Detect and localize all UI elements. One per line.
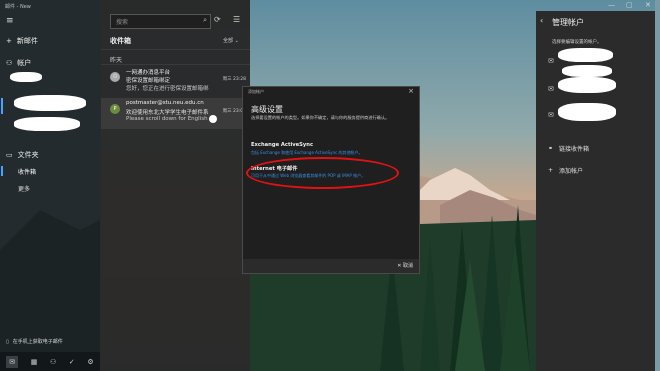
selected-folder-indicator (1, 166, 3, 176)
dialog-title: 添加帐户 (248, 89, 264, 94)
settings-icon[interactable]: ⚙ (87, 358, 93, 366)
link-inboxes-label: 链接收件箱 (559, 146, 590, 153)
get-mail-on-phone-label: 在手机上获取电子邮件 (12, 339, 63, 345)
manage-accounts-pane: ‹ 管理帐户 选择要编辑设置的帐户。 ✉ ✉ ✉ ⚭ 链接收件箱 + 添加帐户 (536, 11, 655, 371)
message-time: 周三 23:28 (222, 77, 246, 82)
folders-header[interactable]: ▭ 文件夹 (6, 150, 39, 160)
close-icon: ✕ (397, 263, 402, 269)
cancel-label: 取消 (402, 263, 413, 269)
new-mail-label: 新邮件 (16, 37, 38, 45)
folder-inbox[interactable]: 收件箱 (18, 167, 36, 176)
folders-label: 文件夹 (17, 151, 39, 159)
divider (101, 49, 250, 50)
redaction-mark (14, 95, 86, 111)
search-icon[interactable]: ⌕ (203, 16, 207, 25)
dialog-description: 选择要设置的帐户的类型。如果你不确定，请与你的服务提供商进行确认。 (251, 115, 390, 120)
message-preview: Please scroll down for English (126, 116, 208, 122)
person-icon: ⚇ (110, 72, 120, 82)
redaction-mark (209, 115, 217, 123)
message-sender: postmaster@stu.neu.edu.cn (126, 100, 204, 106)
message-list-pane: 搜索 ⌕ ⟳ ☰ 收件箱 全部 ⌄ 昨天 ⚇ 一网通办消息平台 密保设置邮箱绑定… (100, 0, 250, 371)
close-icon[interactable]: × (408, 87, 414, 95)
plus-icon: + (548, 167, 554, 174)
annotation-highlight (246, 157, 399, 189)
accounts-label: 帐户 (17, 59, 32, 67)
maximize-icon[interactable]: ▢ (626, 1, 633, 9)
option-exchange-title[interactable]: Exchange ActiveSync (251, 142, 313, 148)
window-title: 邮件 - New (5, 4, 31, 10)
message-subject: 欢迎使用东北大学学生电子邮件系 (126, 110, 209, 116)
selected-account-indicator (1, 98, 3, 114)
divider (101, 64, 250, 65)
mail-icon[interactable]: ✉ (6, 355, 19, 368)
people-icon[interactable]: ⚇ (50, 358, 56, 366)
filter-label: 全部 (223, 38, 234, 44)
redaction-mark (558, 77, 616, 93)
navigation-pane: 邮件 - New ≡ + 新邮件 ⚇ 帐户 ▭ 文件夹 收件箱 更多 ▯ 在手机… (0, 0, 100, 371)
mail-icon[interactable]: ✉ (548, 57, 554, 65)
manage-accounts-description: 选择要编辑设置的帐户。 (552, 40, 602, 45)
close-window-icon[interactable]: ✕ (645, 1, 651, 9)
dialog-footer: ✕ 取消 (243, 259, 419, 273)
phone-icon: ▯ (6, 338, 9, 345)
message-item[interactable]: P postmaster@stu.neu.edu.cn 欢迎使用东北大学学生电子… (101, 98, 250, 129)
sync-icon[interactable]: ⟳ (214, 15, 221, 24)
option-exchange-desc[interactable]: 包括 Exchange 和使用 Exchange ActiveSync 的其他帐… (251, 150, 411, 156)
plus-icon: + (6, 37, 12, 45)
mail-icon[interactable]: ✉ (548, 85, 554, 93)
redaction-mark (562, 65, 612, 77)
search-placeholder: 搜索 (116, 19, 129, 26)
back-icon[interactable]: ‹ (540, 16, 543, 25)
folder-more[interactable]: 更多 (18, 184, 30, 193)
add-account-button[interactable]: + 添加帐户 (548, 166, 583, 175)
new-mail-button[interactable]: + 新邮件 (6, 36, 38, 46)
filter-dropdown[interactable]: 全部 ⌄ (223, 37, 239, 44)
manage-accounts-title: 管理帐户 (552, 18, 584, 27)
chevron-down-icon: ⌄ (234, 38, 239, 44)
message-subject: 密保设置邮箱绑定 (126, 78, 171, 84)
date-group-label: 昨天 (110, 57, 123, 64)
calendar-icon[interactable]: ▦ (31, 358, 38, 366)
get-mail-on-phone-link[interactable]: ▯ 在手机上获取电子邮件 (6, 338, 63, 346)
search-input[interactable]: 搜索 ⌕ (110, 14, 211, 29)
message-preview: 您好，您正在进行密保设置邮箱绑 (126, 86, 209, 92)
folder-title: 收件箱 (110, 37, 131, 45)
sender-avatar: P (110, 104, 120, 114)
hamburger-menu-icon[interactable]: ≡ (6, 16, 14, 26)
link-icon: ⚭ (548, 145, 554, 152)
add-account-label: 添加帐户 (559, 168, 584, 175)
redaction-mark (558, 48, 613, 62)
redaction-mark (14, 117, 80, 131)
message-sender: 一网通办消息平台 (126, 70, 171, 76)
minimize-icon[interactable]: — (608, 1, 615, 9)
message-item[interactable]: ⚇ 一网通办消息平台 密保设置邮箱绑定 您好，您正在进行密保设置邮箱绑 周三 2… (101, 66, 250, 97)
todo-icon[interactable]: ✓ (69, 358, 75, 366)
folder-icon: ▭ (6, 151, 13, 159)
app-switcher-bar: ✉ ▦ ⚇ ✓ ⚙ (0, 352, 100, 371)
redaction-mark (10, 72, 42, 82)
link-inboxes-button[interactable]: ⚭ 链接收件箱 (548, 144, 589, 153)
dialog-heading: 高级设置 (251, 105, 283, 114)
mail-icon[interactable]: ✉ (548, 111, 554, 119)
accounts-header[interactable]: ⚇ 帐户 (6, 58, 31, 68)
person-icon: ⚇ (6, 59, 13, 67)
selection-mode-icon[interactable]: ☰ (233, 15, 240, 24)
cancel-button[interactable]: ✕ 取消 (397, 262, 413, 269)
redaction-mark (558, 103, 616, 121)
